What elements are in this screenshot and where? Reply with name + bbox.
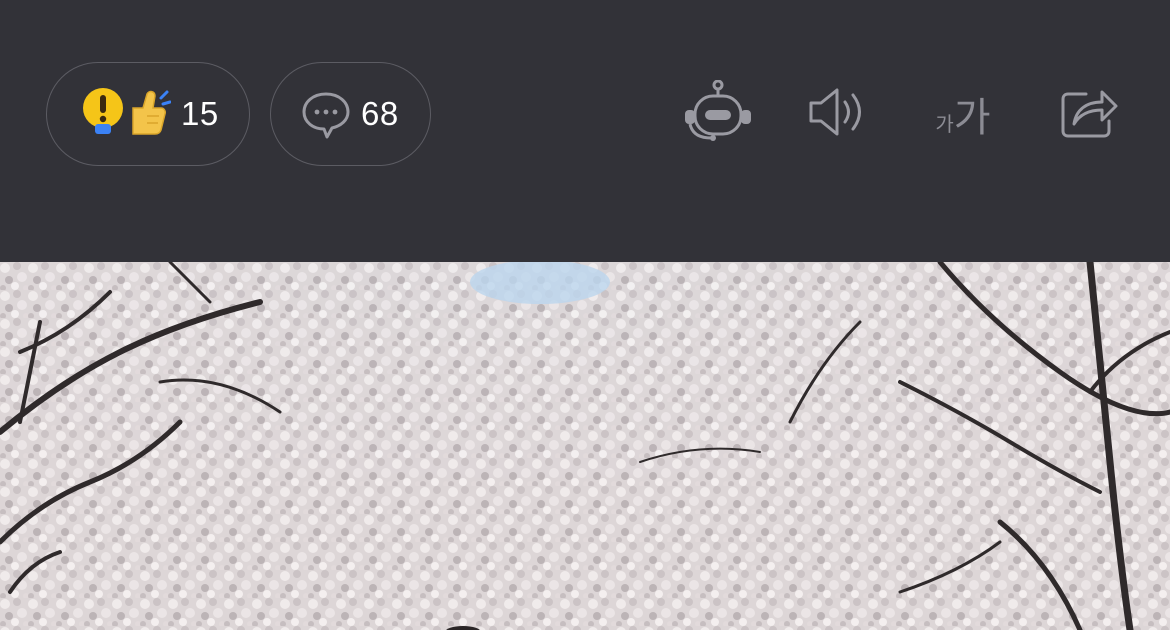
speech-bubble-icon bbox=[301, 89, 351, 139]
thumbs-up-icon bbox=[125, 86, 172, 142]
reaction-count: 15 bbox=[181, 95, 219, 132]
article-photo-cherry-blossoms bbox=[0, 262, 1170, 630]
ai-assistant-button[interactable] bbox=[680, 76, 756, 152]
font-size-button[interactable]: 가 가 bbox=[923, 76, 1003, 152]
speaker-icon bbox=[807, 86, 869, 143]
reaction-button[interactable]: 15 bbox=[46, 62, 250, 166]
share-icon bbox=[1060, 84, 1120, 145]
comment-count: 68 bbox=[361, 95, 399, 132]
article-toolbar: 15 68 가 가 bbox=[0, 0, 1170, 262]
font-size-small-label: 가 bbox=[935, 111, 954, 136]
comment-button[interactable]: 68 bbox=[270, 62, 431, 166]
text-to-speech-button[interactable] bbox=[800, 76, 876, 152]
robot-icon bbox=[683, 79, 753, 149]
share-button[interactable] bbox=[1052, 76, 1128, 152]
cherry-blossom-image bbox=[0, 262, 1170, 630]
lightbulb-icon bbox=[81, 86, 129, 142]
font-size-large-label: 가 bbox=[953, 95, 991, 141]
